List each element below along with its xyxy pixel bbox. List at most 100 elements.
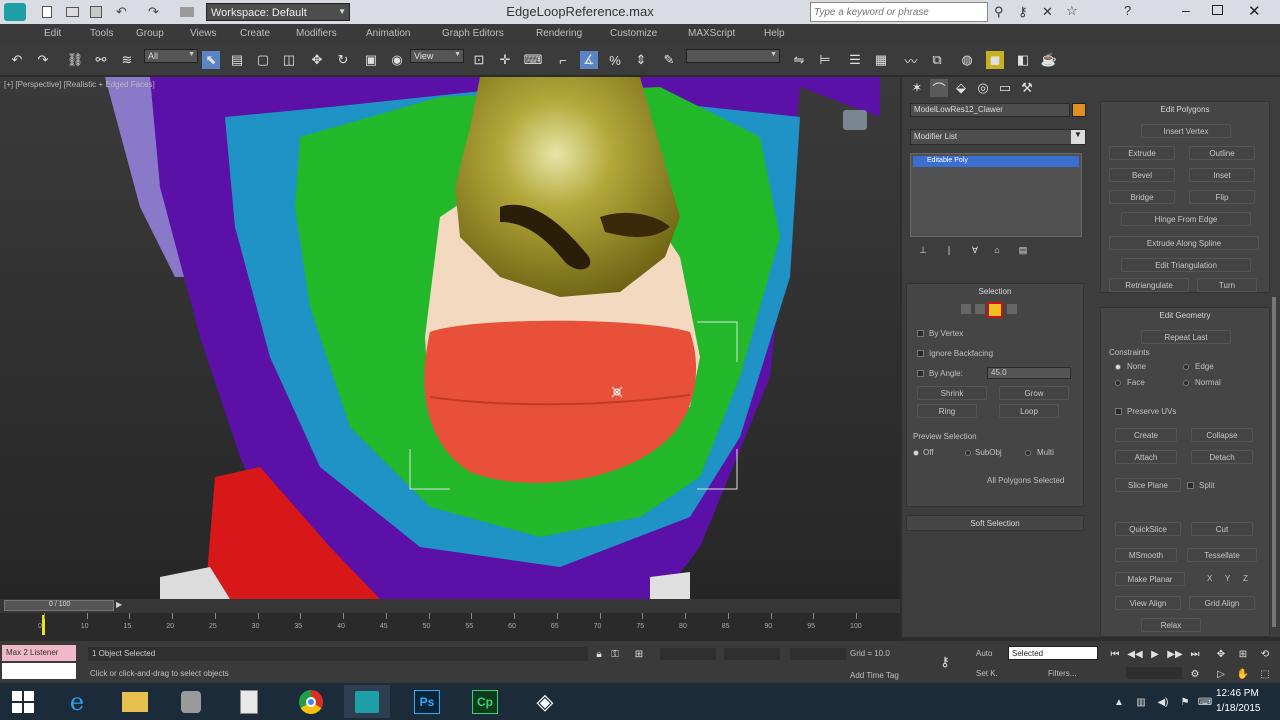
save-file-icon[interactable] [90, 6, 102, 18]
menu-create[interactable]: Create [240, 28, 270, 39]
planar-z-button[interactable]: Z [1243, 574, 1248, 583]
x-coordinate-field[interactable] [660, 648, 716, 660]
maximize-viewport-icon[interactable]: ⬚ [1256, 665, 1274, 683]
menu-animation[interactable]: Animation [366, 28, 410, 39]
chrome-icon[interactable] [288, 685, 334, 718]
preserve-uvs-checkbox[interactable] [1115, 408, 1122, 415]
undo-icon[interactable]: ↶ [116, 4, 127, 20]
angle-snap-icon[interactable]: ∡ [580, 51, 598, 69]
outline-button[interactable]: Outline [1189, 146, 1255, 160]
soft-selection-rollout[interactable]: Soft Selection [906, 515, 1084, 531]
modifier-stack[interactable]: Editable Poly [910, 153, 1082, 237]
new-file-icon[interactable] [42, 6, 52, 18]
render-setup-icon[interactable]: ◼ [986, 51, 1004, 69]
time-slider-thumb[interactable]: 0 / 100 [4, 600, 114, 611]
show-end-result-icon[interactable]: ❘ [940, 241, 958, 259]
select-link-icon[interactable]: ⛓ [66, 51, 84, 69]
extrude-button[interactable]: Extrude [1109, 146, 1175, 160]
select-by-name-icon[interactable]: ▤ [228, 51, 246, 69]
planar-x-button[interactable]: X [1207, 574, 1212, 583]
control-panel-icon[interactable] [168, 685, 214, 718]
shrink-button[interactable]: Shrink [917, 386, 987, 400]
render-production-icon[interactable]: ☕ [1040, 51, 1058, 69]
rectangular-selection-icon[interactable]: ▢ [254, 51, 272, 69]
add-time-tag-label[interactable]: Add Time Tag [850, 671, 899, 680]
curve-editor-icon[interactable]: 〰 [902, 51, 920, 69]
element-level-icon[interactable] [1007, 304, 1017, 314]
menu-maxscript[interactable]: MAXScript [688, 28, 735, 39]
captivate-icon[interactable]: Cp [462, 685, 508, 718]
extrude-spline-button[interactable]: Extrude Along Spline [1109, 236, 1259, 250]
snaps-toggle-icon[interactable]: ⌐ [554, 51, 572, 69]
preview-subobj-radio[interactable] [965, 450, 971, 456]
walk-through-icon[interactable]: ✋ [1234, 665, 1252, 683]
turn-button[interactable]: Turn [1197, 278, 1257, 292]
script-listener-box[interactable]: Max 2 Listener [2, 645, 76, 661]
display-tab-icon[interactable]: ▭ [996, 79, 1014, 97]
search-input[interactable] [811, 3, 987, 21]
loop-button[interactable]: Loop [999, 404, 1059, 418]
preview-off-radio[interactable] [913, 450, 919, 456]
preview-multi-radio[interactable] [1025, 450, 1031, 456]
pin-stack-icon[interactable]: ⊥ [914, 241, 932, 259]
menu-graph-editors[interactable]: Graph Editors [442, 28, 504, 39]
open-file-icon[interactable] [66, 7, 79, 17]
polygon-level-icon[interactable] [987, 302, 1003, 318]
previous-frame-icon[interactable]: ◀◀ [1126, 645, 1144, 663]
ref-coord-dropdown[interactable]: View ▼ [410, 49, 464, 63]
make-planar-button[interactable]: Make Planar [1115, 572, 1185, 586]
maximize-icon[interactable] [1212, 5, 1223, 15]
mirror-icon[interactable]: ⇋ [790, 51, 808, 69]
repeat-last-button[interactable]: Repeat Last [1141, 330, 1231, 344]
3ds-max-icon[interactable] [344, 685, 390, 718]
planar-y-button[interactable]: Y [1225, 574, 1230, 583]
orbit-icon[interactable]: ⟲ [1256, 645, 1274, 663]
unlink-icon[interactable]: ⚯ [92, 51, 110, 69]
key-icon[interactable]: ⚷ [1018, 4, 1028, 20]
spinner-snap-icon[interactable]: ⇕ [632, 51, 650, 69]
photoshop-icon[interactable]: Ps [404, 685, 450, 718]
windows-start-icon[interactable] [0, 685, 46, 718]
make-unique-icon[interactable]: ∀ [966, 241, 984, 259]
action-center-icon[interactable]: ⚑ [1176, 693, 1194, 711]
named-selection-dropdown[interactable]: ▼ [686, 49, 780, 63]
taskbar-time[interactable]: 12:46 PM [1216, 688, 1259, 699]
flip-button[interactable]: Flip [1189, 190, 1255, 204]
time-config-icon[interactable]: ⚙ [1186, 665, 1204, 683]
by-angle-checkbox[interactable] [917, 370, 924, 377]
pan-icon[interactable]: ✥ [1212, 645, 1230, 663]
vertex-level-icon[interactable] [961, 304, 971, 314]
align-icon[interactable]: ⊨ [816, 51, 834, 69]
tessellate-button[interactable]: Tessellate [1187, 548, 1257, 562]
select-object-icon[interactable]: ⬉ [202, 51, 220, 69]
keyboard-icon[interactable]: ⌨ [1196, 693, 1214, 711]
configure-sets-icon[interactable]: ▤ [1014, 241, 1032, 259]
quickslice-button[interactable]: QuickSlice [1115, 522, 1181, 536]
object-color-swatch[interactable] [1072, 103, 1086, 117]
internet-explorer-icon[interactable]: e [54, 685, 100, 718]
hierarchy-tab-icon[interactable]: ⬙ [952, 79, 970, 97]
cut-button[interactable]: Cut [1191, 522, 1253, 536]
edit-geometry-title[interactable]: Edit Geometry [1101, 308, 1269, 322]
time-slider[interactable]: 0 / 100 ▶ [0, 599, 900, 613]
view-align-button[interactable]: View Align [1115, 596, 1181, 610]
menu-group[interactable]: Group [136, 28, 164, 39]
selection-filter-dropdown[interactable]: All ▼ [144, 49, 198, 63]
keyboard-shortcut-icon[interactable]: ⌨ [524, 51, 543, 69]
edit-polygons-title[interactable]: Edit Polygons [1101, 102, 1269, 116]
relax-button[interactable]: Relax [1141, 618, 1201, 632]
show-hidden-icons-icon[interactable]: ▲ [1110, 693, 1128, 711]
ignore-backfacing-checkbox[interactable] [917, 350, 924, 357]
motion-tab-icon[interactable]: ◎ [974, 79, 992, 97]
field-of-view-icon[interactable]: ▷ [1212, 665, 1230, 683]
redo-icon[interactable]: ↷ [148, 4, 159, 20]
collapse-button[interactable]: Collapse [1191, 428, 1253, 442]
percent-snap-icon[interactable]: % [606, 51, 624, 69]
bevel-button[interactable]: Bevel [1109, 168, 1175, 182]
favorites-icon[interactable]: ☆ [1066, 3, 1078, 19]
constraint-none-radio[interactable] [1115, 364, 1121, 370]
menu-rendering[interactable]: Rendering [536, 28, 582, 39]
object-name-field[interactable]: ModelLowRes12_Clawer [910, 103, 1070, 117]
edit-triangulation-button[interactable]: Edit Triangulation [1121, 258, 1251, 272]
network-icon[interactable]: ▥ [1132, 693, 1150, 711]
